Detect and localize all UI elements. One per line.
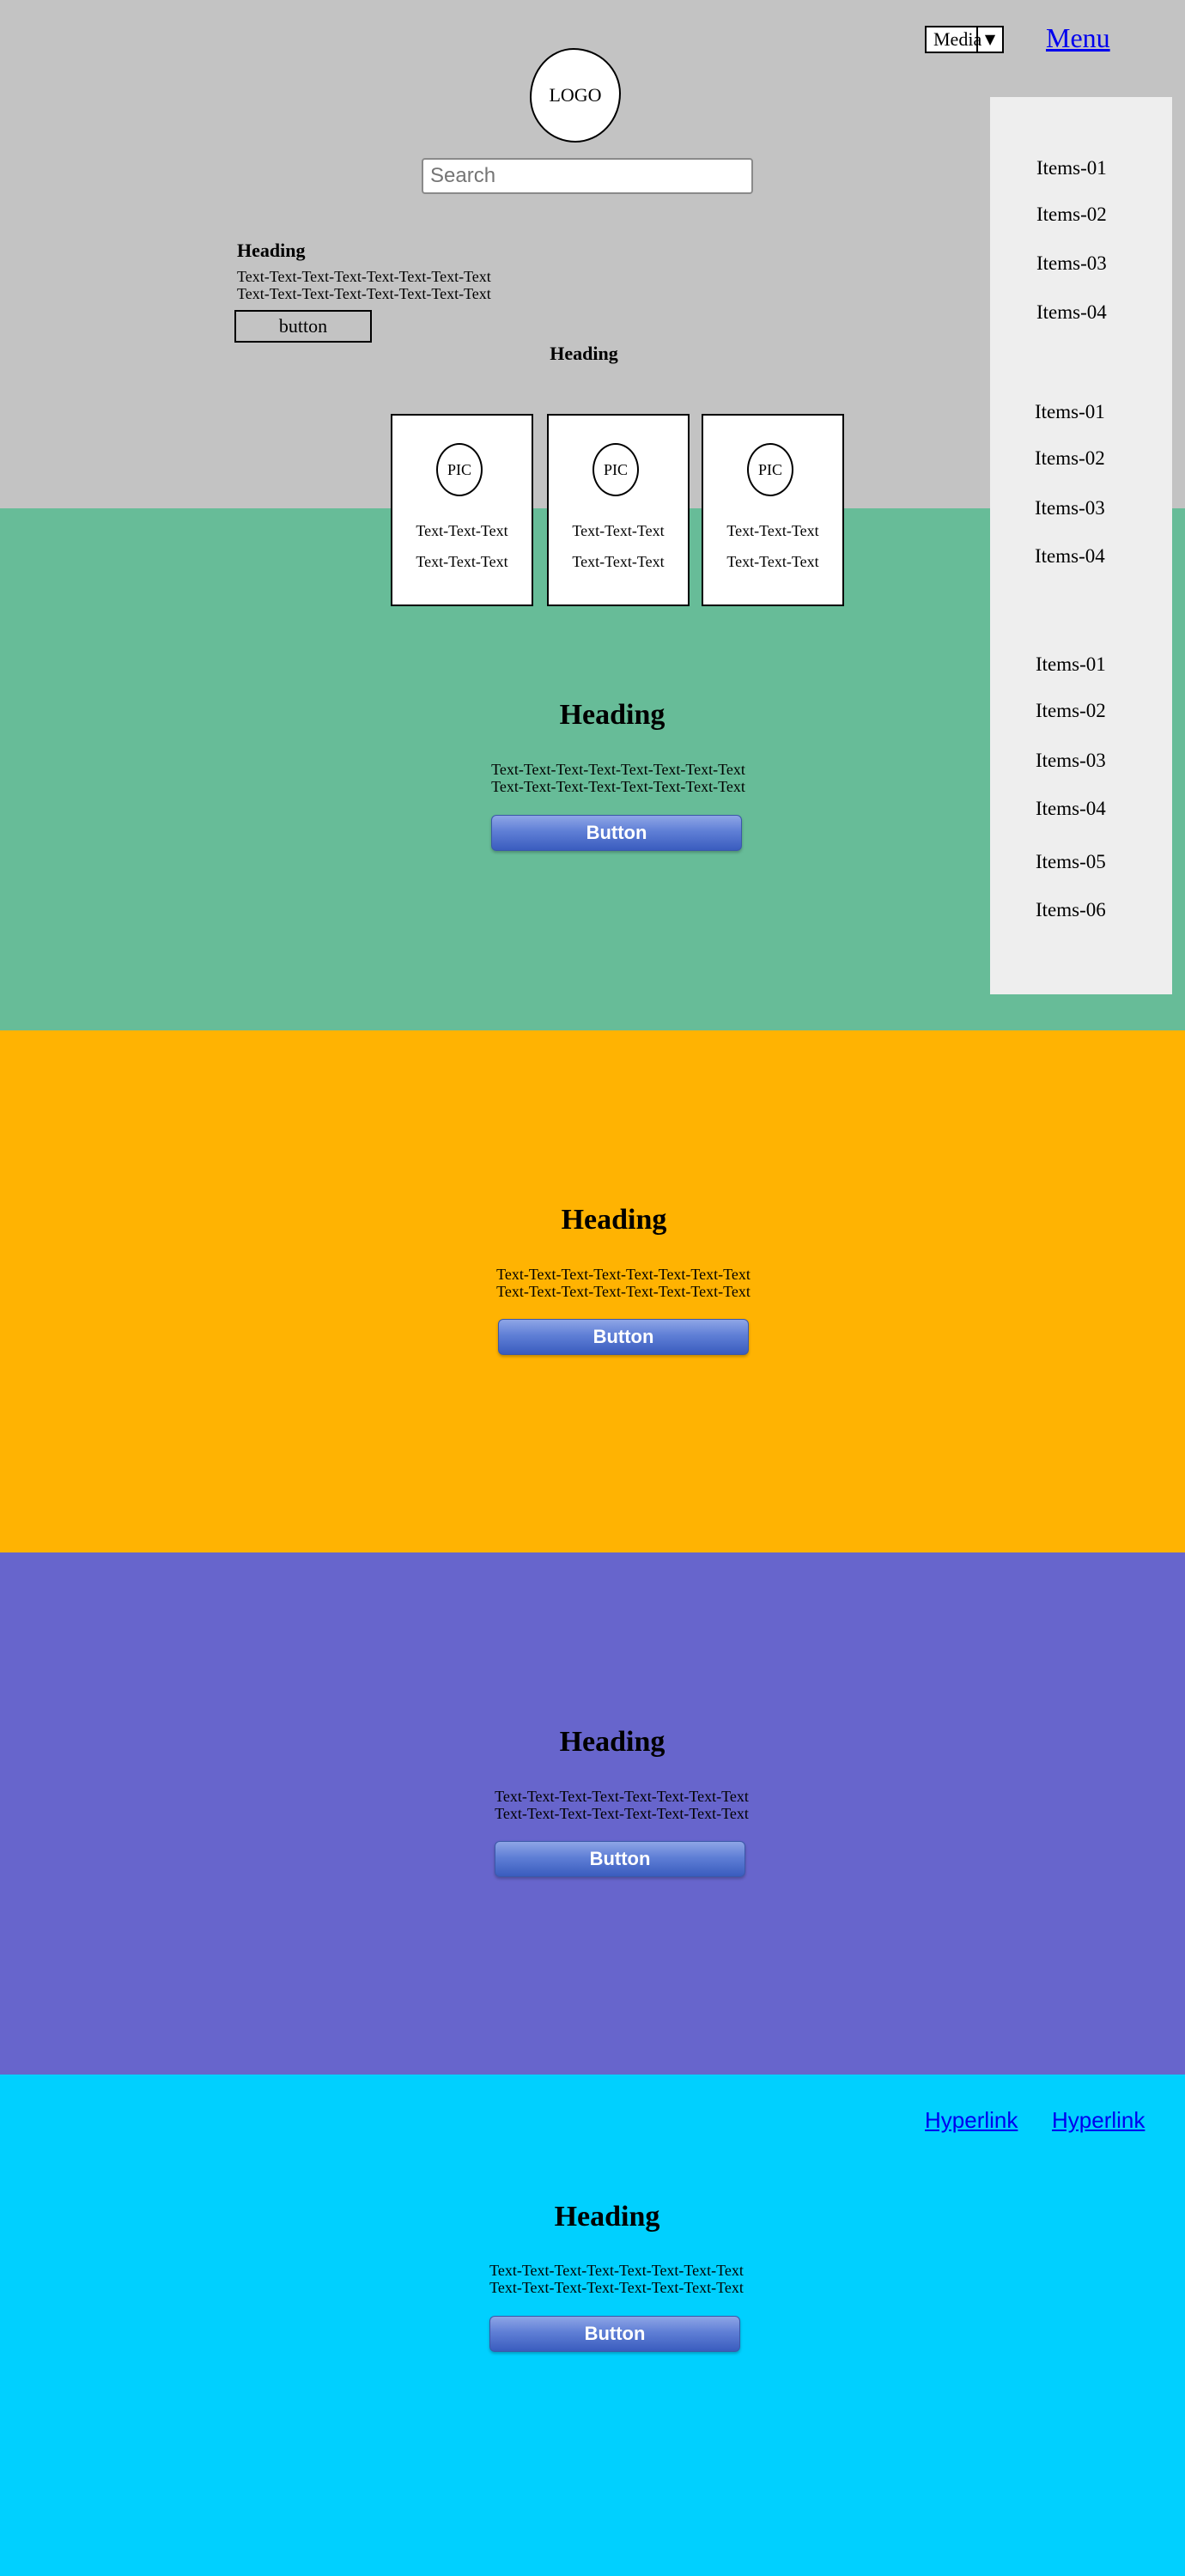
section-text-line-1: Text-Text-Text-Text-Text-Text-Text-Text [496, 1266, 750, 1283]
intro-text-line-2: Text-Text-Text-Text-Text-Text-Text-Text [237, 285, 491, 302]
section-text-line-1: Text-Text-Text-Text-Text-Text-Text-Text [489, 2262, 744, 2279]
logo-text: LOGO [549, 84, 602, 106]
sidebar-item[interactable]: Items-01 [1036, 157, 1107, 179]
section-text-line-1: Text-Text-Text-Text-Text-Text-Text-Text [491, 761, 745, 778]
sidebar-menu: Items-01 Items-02 Items-03 Items-04 Item… [990, 97, 1172, 994]
card-pic: PIC [436, 443, 483, 496]
section-heading: Heading [559, 699, 665, 731]
sidebar-item[interactable]: Items-05 [1036, 851, 1106, 873]
card[interactable]: PIC Text-Text-Text Text-Text-Text [391, 414, 533, 606]
intro-text-line-1: Text-Text-Text-Text-Text-Text-Text-Text [237, 268, 491, 285]
card[interactable]: PIC Text-Text-Text Text-Text-Text [547, 414, 690, 606]
sidebar-item[interactable]: Items-01 [1035, 401, 1105, 423]
card-pic: PIC [592, 443, 639, 496]
menu-link[interactable]: Menu [1046, 22, 1110, 54]
footer-hyperlink-2[interactable]: Hyperlink [1052, 2107, 1145, 2134]
section-button[interactable]: Button [489, 2316, 740, 2352]
card-pic-label: PIC [757, 460, 782, 478]
section-text-line-2: Text-Text-Text-Text-Text-Text-Text-Text [491, 778, 745, 795]
media-dropdown-value: Media [933, 28, 982, 50]
card-text: Text-Text-Text [726, 522, 819, 539]
search-input[interactable] [422, 158, 753, 194]
card-pic-label: PIC [603, 460, 628, 478]
intro-button[interactable]: button [234, 310, 372, 343]
sidebar-item[interactable]: Items-04 [1036, 798, 1106, 820]
card-pic: PIC [747, 443, 793, 496]
media-dropdown[interactable]: Media ▼ [925, 26, 1004, 53]
section-button[interactable]: Button [495, 1841, 745, 1877]
sidebar-item[interactable]: Items-06 [1036, 899, 1106, 921]
section-text-line-1: Text-Text-Text-Text-Text-Text-Text-Text [495, 1788, 749, 1805]
card-pic-label: PIC [447, 460, 471, 478]
card-text: Text-Text-Text [416, 553, 508, 570]
card-text: Text-Text-Text [572, 553, 665, 570]
intro-heading: Heading [237, 240, 306, 261]
sidebar-item[interactable]: Items-03 [1035, 497, 1105, 519]
logo: LOGO [530, 48, 621, 143]
chevron-down-icon: ▼ [976, 26, 1002, 53]
card-text: Text-Text-Text [416, 522, 508, 539]
card[interactable]: PIC Text-Text-Text Text-Text-Text [702, 414, 844, 606]
sidebar-item[interactable]: Items-04 [1035, 545, 1105, 568]
sidebar-item[interactable]: Items-01 [1036, 653, 1106, 676]
section-text-line-2: Text-Text-Text-Text-Text-Text-Text-Text [495, 1805, 749, 1822]
section-button[interactable]: Button [491, 815, 742, 851]
sidebar-item[interactable]: Items-04 [1036, 301, 1107, 324]
card-text: Text-Text-Text [572, 522, 665, 539]
section-text-line-2: Text-Text-Text-Text-Text-Text-Text-Text [496, 1283, 750, 1300]
section-heading: Heading [559, 1726, 665, 1758]
center-heading: Heading [550, 343, 618, 364]
sidebar-item[interactable]: Items-03 [1036, 750, 1106, 772]
sidebar-item[interactable]: Items-03 [1036, 252, 1107, 275]
card-text: Text-Text-Text [726, 553, 819, 570]
sidebar-item[interactable]: Items-02 [1036, 204, 1107, 226]
sidebar-item[interactable]: Items-02 [1036, 700, 1106, 722]
section-text-line-2: Text-Text-Text-Text-Text-Text-Text-Text [489, 2279, 744, 2296]
section-heading: Heading [554, 2201, 660, 2233]
section-heading: Heading [561, 1204, 667, 1236]
section-button[interactable]: Button [498, 1319, 749, 1355]
footer-hyperlink-1[interactable]: Hyperlink [925, 2107, 1018, 2134]
sidebar-item[interactable]: Items-02 [1035, 447, 1105, 470]
